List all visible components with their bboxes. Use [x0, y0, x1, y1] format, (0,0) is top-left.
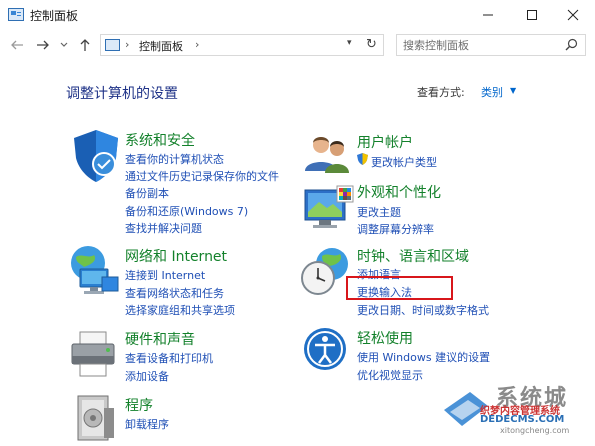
link-homegroup-sharing[interactable]: 选择家庭组和共享选项 [125, 302, 235, 318]
link-date-time-format[interactable]: 更改日期、时间或数字格式 [357, 302, 489, 318]
control-panel-small-icon [105, 39, 120, 51]
link-windows-recommended-settings[interactable]: 使用 Windows 建议的设置 [357, 349, 490, 365]
search-icon[interactable] [565, 38, 578, 51]
appearance-icon[interactable] [301, 182, 357, 238]
category-title-ease-of-access[interactable]: 轻松使用 [357, 328, 413, 348]
network-globe-icon[interactable] [66, 243, 122, 299]
forward-arrow-icon [37, 40, 49, 50]
link-optimize-visual-display[interactable]: 优化视觉显示 [357, 367, 423, 383]
link-backup-restore[interactable]: 备份和还原(Windows 7) [125, 203, 248, 219]
up-arrow-icon [80, 39, 90, 51]
link-uninstall-program[interactable]: 卸载程序 [125, 416, 169, 432]
back-button[interactable] [8, 36, 26, 54]
category-title-system-security[interactable]: 系统和安全 [125, 130, 195, 150]
uac-shield-icon [357, 153, 368, 165]
view-by-dropdown-arrow-icon[interactable]: ▼ [510, 86, 516, 95]
up-button[interactable] [76, 36, 94, 54]
ease-of-access-icon[interactable] [301, 325, 357, 381]
category-title-hardware-sound[interactable]: 硬件和声音 [125, 329, 195, 349]
close-icon [567, 9, 579, 21]
category-title-user-accounts[interactable]: 用户帐户 [357, 132, 413, 152]
view-by-label: 查看方式: [417, 86, 465, 99]
link-change-account-type[interactable]: 更改帐户类型 [371, 154, 437, 170]
back-arrow-icon [11, 40, 23, 50]
watermark-domain: DEDECMS.COM [480, 414, 565, 425]
category-title-appearance[interactable]: 外观和个性化 [357, 182, 441, 202]
minimize-icon [483, 14, 493, 16]
maximize-icon [527, 10, 537, 20]
link-add-device[interactable]: 添加设备 [125, 368, 169, 384]
link-backup-copy[interactable]: 备份副本 [125, 185, 169, 201]
page-title: 调整计算机的设置 [66, 86, 178, 102]
watermark-site: xitongcheng.com [500, 426, 570, 435]
forward-button[interactable] [34, 36, 52, 54]
highlight-box [346, 276, 453, 300]
link-file-history[interactable]: 通过文件历史记录保存你的文件 [125, 168, 279, 184]
link-troubleshoot[interactable]: 查找并解决问题 [125, 220, 202, 236]
breadcrumb-chevron-icon[interactable]: › [125, 38, 129, 51]
category-title-network-internet[interactable]: 网络和 Internet [125, 246, 227, 266]
category-title-programs[interactable]: 程序 [125, 395, 153, 415]
users-icon[interactable] [301, 129, 357, 185]
link-connect-internet[interactable]: 连接到 Internet [125, 267, 205, 283]
breadcrumb-chevron-icon[interactable]: › [195, 38, 199, 51]
link-change-theme[interactable]: 更改主题 [357, 204, 401, 220]
chevron-down-icon [60, 42, 68, 47]
refresh-icon[interactable]: ↻ [366, 37, 377, 52]
minimize-button[interactable] [466, 0, 510, 30]
category-title-clock-language-region[interactable]: 时钟、语言和区域 [357, 246, 469, 266]
close-button[interactable] [551, 0, 595, 30]
link-screen-resolution[interactable]: 调整屏幕分辨率 [357, 221, 434, 237]
printer-icon[interactable] [66, 326, 122, 382]
search-box[interactable] [396, 34, 586, 56]
window-title: 控制面板 [30, 9, 79, 23]
control-panel-icon [8, 8, 24, 21]
link-devices-printers[interactable]: 查看设备和打印机 [125, 350, 213, 366]
breadcrumb-control-panel[interactable]: 控制面板 [139, 38, 183, 54]
address-dropdown-icon[interactable]: ▾ [347, 38, 352, 48]
link-network-status[interactable]: 查看网络状态和任务 [125, 285, 224, 301]
shield-icon[interactable] [68, 128, 124, 184]
search-input[interactable] [403, 37, 553, 53]
view-by-dropdown[interactable]: 类别 [481, 84, 503, 100]
recent-locations-button[interactable] [58, 36, 70, 54]
maximize-button[interactable] [510, 0, 554, 30]
link-view-computer-status[interactable]: 查看你的计算机状态 [125, 151, 224, 167]
address-bar[interactable]: › 控制面板 › ▾ ↻ [100, 34, 384, 56]
